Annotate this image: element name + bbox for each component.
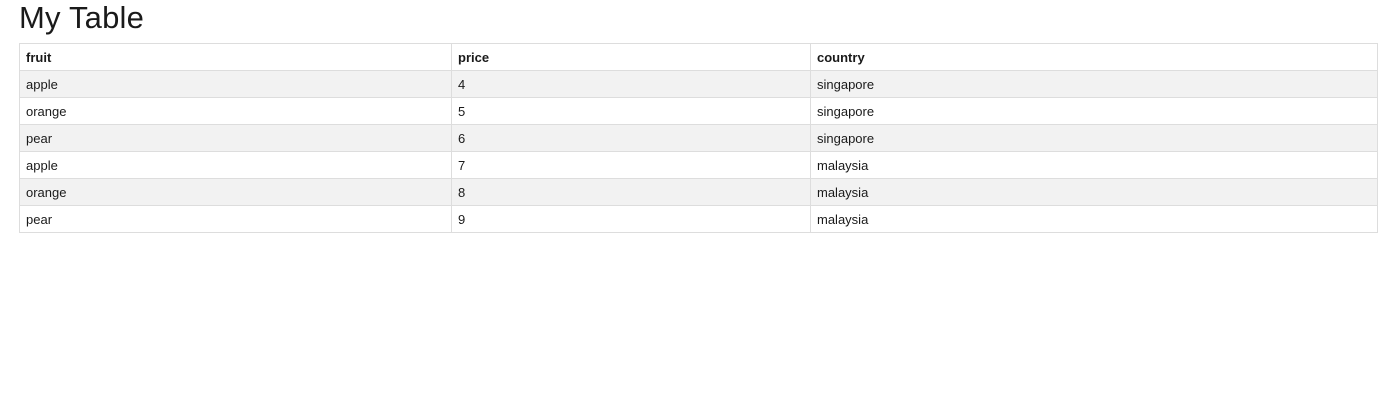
table-row: pear 9 malaysia (19, 205, 1378, 233)
cell-price: 6 (451, 124, 811, 152)
cell-price: 9 (451, 205, 811, 233)
cell-fruit: apple (19, 151, 452, 179)
cell-country: singapore (810, 124, 1378, 152)
header-row: fruit price country (19, 43, 1378, 71)
table-row: apple 4 singapore (19, 70, 1378, 98)
cell-fruit: orange (19, 97, 452, 125)
table-header: fruit price country (19, 43, 1378, 71)
table-row: pear 6 singapore (19, 124, 1378, 152)
column-header-country: country (810, 43, 1378, 71)
cell-country: singapore (810, 70, 1378, 98)
cell-price: 8 (451, 178, 811, 206)
cell-fruit: orange (19, 178, 452, 206)
table-row: orange 8 malaysia (19, 178, 1378, 206)
data-table: fruit price country apple 4 singapore or… (19, 43, 1378, 233)
page-title: My Table (19, 0, 145, 35)
cell-price: 7 (451, 151, 811, 179)
cell-price: 5 (451, 97, 811, 125)
cell-fruit: pear (19, 124, 452, 152)
column-header-fruit: fruit (19, 43, 452, 71)
cell-country: malaysia (810, 205, 1378, 233)
cell-country: malaysia (810, 151, 1378, 179)
table-body: apple 4 singapore orange 5 singapore pea… (19, 70, 1378, 233)
page: My Table fruit price country apple 4 sin… (0, 0, 1400, 404)
cell-fruit: pear (19, 205, 452, 233)
cell-country: singapore (810, 97, 1378, 125)
cell-fruit: apple (19, 70, 452, 98)
table-row: orange 5 singapore (19, 97, 1378, 125)
column-header-price: price (451, 43, 811, 71)
table-row: apple 7 malaysia (19, 151, 1378, 179)
cell-country: malaysia (810, 178, 1378, 206)
cell-price: 4 (451, 70, 811, 98)
